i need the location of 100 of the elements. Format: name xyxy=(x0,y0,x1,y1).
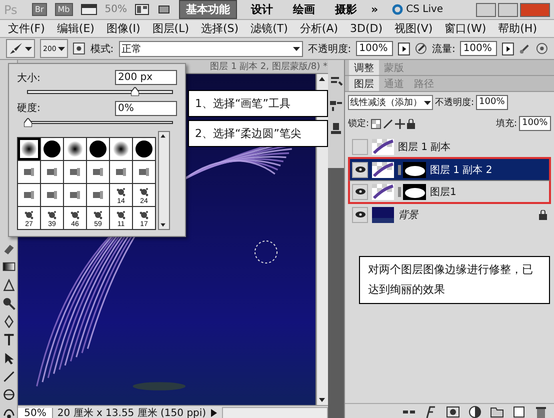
layer-row[interactable]: 图层 1 副本 xyxy=(348,136,551,157)
scroll-down-arrow-icon[interactable] xyxy=(159,221,167,229)
visibility-toggle[interactable] xyxy=(352,162,368,178)
fill-field[interactable]: 100% xyxy=(519,116,551,131)
dodge-tool-icon[interactable] xyxy=(2,296,16,310)
line-tool-icon[interactable] xyxy=(2,370,16,384)
tool-presets-panel-icon[interactable] xyxy=(328,98,343,112)
brush-tip[interactable] xyxy=(41,138,63,160)
scroll-up-arrow-icon[interactable] xyxy=(159,132,167,140)
visibility-toggle[interactable] xyxy=(352,206,368,222)
slider-thumb[interactable] xyxy=(24,118,32,126)
view-extras-icon[interactable] xyxy=(80,4,97,15)
tool-preset-picker[interactable] xyxy=(6,39,35,58)
bridge-button[interactable]: Br xyxy=(32,3,47,16)
arrange-documents-icon[interactable] xyxy=(135,4,149,15)
visibility-toggle[interactable] xyxy=(352,184,368,200)
layer-row[interactable]: 图层 1 副本 2 xyxy=(348,157,551,181)
brush-tip[interactable] xyxy=(110,138,132,160)
layer-opacity-field[interactable]: 100% xyxy=(476,95,508,110)
brush-tip-icon xyxy=(66,140,84,158)
brush-tip[interactable] xyxy=(18,138,40,160)
lock-pixels-icon[interactable] xyxy=(383,118,394,128)
zoom-level-field[interactable]: 50% xyxy=(18,408,54,418)
menu-item[interactable]: 视图(V) xyxy=(394,21,433,36)
flow-label: 流量: xyxy=(432,42,456,56)
menu-item[interactable]: 滤镜(T) xyxy=(250,21,288,36)
menu-item[interactable]: 分析(A) xyxy=(300,21,338,36)
opacity-field[interactable]: 100% xyxy=(356,41,394,56)
rotate-3d-tool-icon[interactable] xyxy=(2,388,16,402)
layer-row[interactable]: 图层1 xyxy=(348,181,551,204)
more-workspaces-button[interactable]: » xyxy=(371,3,378,16)
lock-icon xyxy=(539,210,547,220)
blend-mode-dropdown[interactable]: 线性减淡（添加） xyxy=(348,95,433,110)
flow-field[interactable]: 100% xyxy=(460,41,498,56)
menu-item[interactable]: 图像(I) xyxy=(106,21,140,36)
menu-item[interactable]: 图层(L) xyxy=(152,21,190,36)
clone-source-panel-icon[interactable] xyxy=(328,122,343,136)
gradient-tool-icon[interactable] xyxy=(2,260,16,274)
workspace-button[interactable]: 基本功能 xyxy=(179,0,237,19)
new-layer-icon[interactable] xyxy=(512,405,526,418)
mode-dropdown[interactable]: 正常 xyxy=(118,40,303,56)
caret-icon xyxy=(424,100,431,104)
workspace-button[interactable]: 设计 xyxy=(245,1,279,18)
brush-list-scrollbar[interactable] xyxy=(158,131,170,230)
new-group-icon[interactable] xyxy=(490,405,504,418)
history-panel-icon[interactable] xyxy=(328,74,343,88)
panel-tab[interactable]: 调整 xyxy=(349,60,379,75)
document-size-info: 20 厘米 x 13.55 厘米 (150 ppi) xyxy=(57,406,206,418)
pressure-size-icon[interactable] xyxy=(536,42,548,55)
add-mask-icon[interactable] xyxy=(446,405,460,418)
menu-item[interactable]: 编辑(E) xyxy=(56,21,94,36)
caret-icon xyxy=(292,46,300,50)
maximize-button[interactable] xyxy=(498,2,518,16)
cs-live-button[interactable]: CS Live xyxy=(392,4,444,15)
trash-icon[interactable] xyxy=(534,405,548,418)
mini-bridge-button[interactable]: Mb xyxy=(54,3,73,16)
layer-style-icon[interactable] xyxy=(424,405,438,418)
workspace-button[interactable]: 绘画 xyxy=(287,1,321,18)
brush-tip[interactable] xyxy=(64,138,86,160)
lock-all-icon[interactable] xyxy=(407,118,416,128)
menu-item[interactable]: 选择(S) xyxy=(201,21,239,36)
menu-item[interactable]: 文件(F) xyxy=(8,21,45,36)
menu-item[interactable]: 帮助(H) xyxy=(498,21,537,36)
hardness-field[interactable]: 0% xyxy=(115,100,177,116)
workspace-button[interactable]: 摄影 xyxy=(329,1,363,18)
brush-tip[interactable] xyxy=(87,138,109,160)
layer-thumbnail xyxy=(372,206,394,222)
layer-row[interactable]: 背景 xyxy=(348,204,551,225)
layer-thumbnail xyxy=(372,162,394,178)
pen-tool-icon[interactable] xyxy=(2,315,16,328)
brush-panel-icon[interactable] xyxy=(73,42,86,55)
airbrush-icon[interactable] xyxy=(519,42,532,55)
minimize-button[interactable] xyxy=(476,2,496,16)
close-button[interactable] xyxy=(520,2,550,16)
orbit-3d-tool-icon[interactable] xyxy=(2,406,16,418)
pressure-opacity-icon[interactable] xyxy=(415,42,427,55)
slider-thumb[interactable] xyxy=(130,87,139,96)
screen-mode-icon[interactable] xyxy=(157,4,171,15)
status-menu-arrow-icon[interactable] xyxy=(210,408,218,418)
lock-transparency-icon[interactable] xyxy=(371,118,382,128)
layer-mask-thumbnail[interactable] xyxy=(398,162,426,178)
eraser-tool-icon[interactable] xyxy=(2,242,16,256)
horizontal-scrollbar[interactable] xyxy=(222,407,328,418)
size-field[interactable]: 200 px xyxy=(115,70,177,85)
blur-tool-icon[interactable] xyxy=(2,278,16,292)
arrow-button[interactable] xyxy=(502,42,514,56)
arrow-button[interactable] xyxy=(398,42,410,56)
menu-item[interactable]: 3D(D) xyxy=(350,22,383,35)
mode-label: 模式: xyxy=(90,42,114,56)
brush-tip-icon xyxy=(89,140,107,158)
size-slider[interactable] xyxy=(27,90,173,94)
hardness-slider[interactable] xyxy=(27,120,173,124)
menu-item[interactable]: 窗口(W) xyxy=(444,21,486,36)
type-tool-icon[interactable] xyxy=(2,333,16,347)
brush-tip[interactable] xyxy=(133,138,155,160)
lock-position-icon[interactable] xyxy=(395,118,406,128)
adjustment-layer-icon[interactable] xyxy=(468,405,482,418)
layer-mask-thumbnail[interactable] xyxy=(398,184,426,200)
panel-tab[interactable]: 图层 xyxy=(349,76,379,91)
visibility-toggle[interactable] xyxy=(352,138,368,154)
